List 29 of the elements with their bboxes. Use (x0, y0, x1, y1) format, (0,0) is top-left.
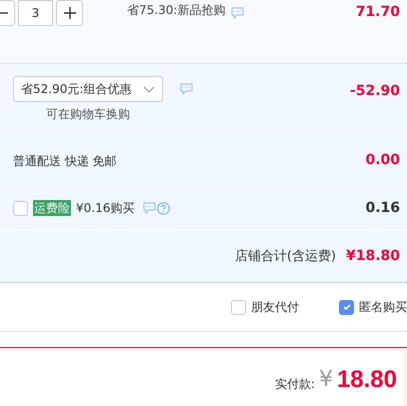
discount-amount: -52.90 (350, 82, 400, 101)
promo-text: 省75.30:新品抢购 (127, 2, 226, 19)
chat-icon[interactable] (143, 202, 156, 214)
exchange-note: 可在购物车换购 (46, 106, 130, 123)
chevron-down-icon (143, 86, 155, 92)
checkbox[interactable] (13, 200, 28, 216)
shop-total-amount: ¥18.80 (346, 247, 400, 266)
discount-dropdown[interactable]: 省52.90元:组合优惠 (13, 76, 163, 102)
plus-button[interactable] (56, 0, 83, 26)
currency-sign: ¥ (318, 366, 333, 394)
checkmark-icon (342, 302, 352, 312)
insurance-badge: 运费险 (33, 200, 71, 216)
shop-total-label: 店铺合计(含运费) (234, 248, 336, 266)
item-price: 71.70 (356, 3, 400, 22)
plus-icon (64, 7, 76, 19)
insurance-label: ¥0.16购买 (76, 200, 134, 217)
chat-icon[interactable] (180, 83, 193, 95)
help-icon[interactable] (157, 202, 170, 214)
checkbox[interactable] (339, 300, 354, 314)
quantity-field[interactable]: 3 (18, 0, 53, 26)
chat-icon[interactable] (231, 7, 244, 19)
option-label: 匿名购买 (359, 299, 407, 316)
payment-amount: 18.80 (336, 364, 397, 394)
shipping-amount: 0.00 (365, 151, 400, 170)
payment-label: 实付款: (274, 376, 315, 392)
option-label: 朋友代付 (251, 299, 299, 316)
checkbox[interactable] (231, 300, 246, 314)
shipping-method: 普通配送 快递 免邮 (13, 152, 117, 170)
insurance-amount: 0.16 (365, 198, 400, 218)
